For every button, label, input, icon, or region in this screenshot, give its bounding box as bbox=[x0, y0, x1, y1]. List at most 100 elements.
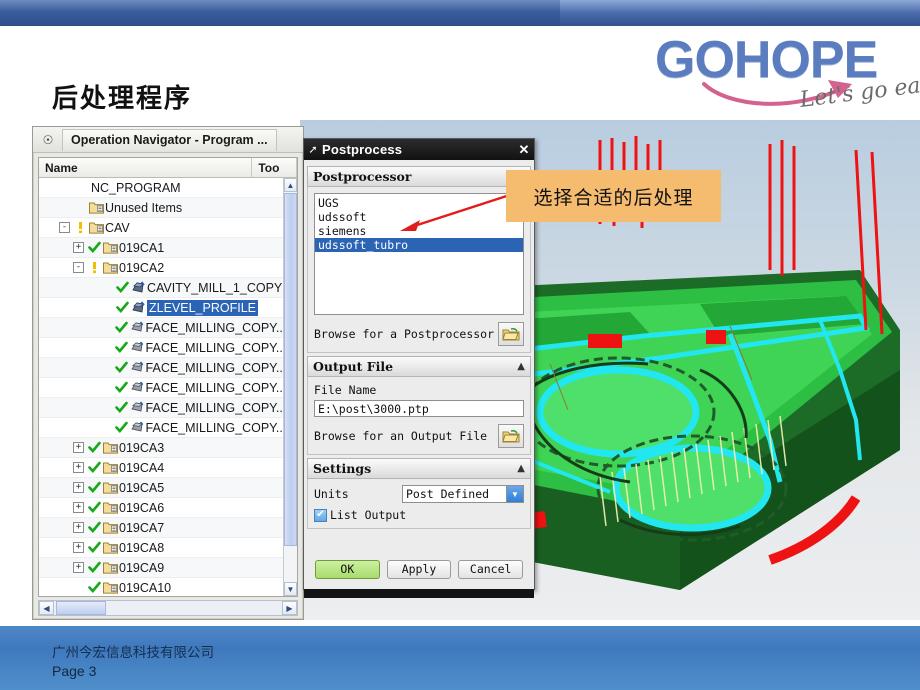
ok-button[interactable]: OK bbox=[315, 559, 380, 579]
zlevel-profile-icon bbox=[130, 301, 147, 314]
slide-root: GOHOPE Let's go easy! 后处理程序 ☉ Operation … bbox=[0, 0, 920, 690]
tree-row-019ca4[interactable]: +019CA4 bbox=[39, 458, 283, 478]
tree-row-019ca8[interactable]: +019CA8 bbox=[39, 538, 283, 558]
tree-row-cav[interactable]: - CAV bbox=[39, 218, 283, 238]
expand-icon[interactable]: + bbox=[73, 242, 84, 253]
dialog-titlebar[interactable]: ➚ Postprocess ✕ bbox=[304, 139, 534, 160]
tree-row-face-milling-copy[interactable]: FACE_MILLING_COPY... bbox=[39, 318, 283, 338]
chevron-up-icon-output[interactable]: ▲ bbox=[517, 361, 525, 372]
column-header-tool[interactable]: Too bbox=[252, 158, 297, 177]
apply-button[interactable]: Apply bbox=[386, 559, 452, 579]
program-folder-icon bbox=[102, 481, 119, 494]
horizontal-scroll-thumb[interactable] bbox=[56, 601, 106, 615]
expand-icon[interactable]: + bbox=[73, 522, 84, 533]
group-header-postprocessor[interactable]: Postprocessor ▲ bbox=[307, 166, 531, 187]
scroll-down-arrow-icon[interactable]: ▼ bbox=[284, 582, 297, 596]
tree-row-019ca9[interactable]: +019CA9 bbox=[39, 558, 283, 578]
scroll-right-arrow-icon[interactable]: ▶ bbox=[282, 601, 297, 615]
group-label-postprocessor: Postprocessor bbox=[313, 169, 412, 184]
expand-icon[interactable]: + bbox=[73, 482, 84, 493]
collapse-icon[interactable]: - bbox=[59, 222, 70, 233]
check-icon bbox=[114, 321, 129, 334]
units-value: Post Defined bbox=[406, 487, 490, 501]
tree-toggle-placeholder bbox=[59, 202, 70, 213]
face-milling-icon bbox=[129, 421, 146, 434]
close-icon[interactable]: ✕ bbox=[514, 142, 534, 158]
chevron-up-icon-settings[interactable]: ▲ bbox=[517, 463, 525, 474]
check-icon bbox=[114, 401, 129, 414]
postprocess-tool-icon: ➚ bbox=[308, 144, 318, 156]
tree-row-face-milling-copy[interactable]: FACE_MILLING_COPY... bbox=[39, 358, 283, 378]
scroll-up-arrow-icon[interactable]: ▲ bbox=[284, 178, 297, 192]
expand-icon[interactable]: + bbox=[73, 442, 84, 453]
expand-icon[interactable]: + bbox=[73, 562, 84, 573]
list-output-checkbox[interactable]: ✔ bbox=[314, 508, 327, 522]
footer-page-number: Page 3 bbox=[52, 663, 97, 679]
list-output-row[interactable]: ✔ List Output bbox=[314, 508, 524, 522]
face-milling-icon bbox=[129, 361, 146, 374]
column-header-name[interactable]: Name bbox=[39, 158, 253, 177]
tree-toggle-placeholder bbox=[101, 282, 112, 293]
group-header-settings[interactable]: Settings ▲ bbox=[307, 458, 531, 479]
check-icon bbox=[87, 461, 102, 474]
navigator-title-tab[interactable]: Operation Navigator - Program ... bbox=[62, 128, 277, 151]
browse-postprocessor-button[interactable] bbox=[498, 322, 524, 346]
tree-row-nc-program[interactable]: NC_PROGRAM bbox=[39, 178, 283, 198]
postprocessor-option[interactable]: udssoft_tubro bbox=[315, 238, 523, 252]
vertical-scroll-thumb[interactable] bbox=[284, 193, 297, 546]
tree-row-019ca5[interactable]: +019CA5 bbox=[39, 478, 283, 498]
tree-row-label: FACE_MILLING_COPY... bbox=[145, 420, 283, 435]
tree-column-headers: Name Too bbox=[39, 158, 297, 178]
check-icon bbox=[87, 581, 102, 594]
expand-icon[interactable]: + bbox=[73, 462, 84, 473]
tree-row-019ca10[interactable]: 019CA10 bbox=[39, 578, 283, 596]
tree-row-label: FACE_MILLING_COPY... bbox=[145, 400, 283, 415]
tree-row-019ca7[interactable]: +019CA7 bbox=[39, 518, 283, 538]
tree-row-face-milling-copy[interactable]: FACE_MILLING_COPY... bbox=[39, 398, 283, 418]
chevron-down-icon[interactable]: ▼ bbox=[506, 486, 523, 502]
gohope-logo: GOHOPE Let's go easy! bbox=[640, 26, 920, 112]
tree-row-019ca6[interactable]: +019CA6 bbox=[39, 498, 283, 518]
tree-row-label: FACE_MILLING_COPY... bbox=[145, 380, 283, 395]
file-name-input[interactable]: E:\post\3000.ptp bbox=[314, 400, 524, 417]
tree-row-cavity-mill-1-copy[interactable]: CAVITY_MILL_1_COPY bbox=[39, 278, 283, 298]
expand-icon[interactable]: + bbox=[73, 542, 84, 553]
browse-output-file-button[interactable] bbox=[498, 424, 524, 448]
tree-row-face-milling-copy[interactable]: FACE_MILLING_COPY... bbox=[39, 418, 283, 438]
check-icon bbox=[115, 281, 130, 294]
tree-row-019ca1[interactable]: +019CA1 bbox=[39, 238, 283, 258]
collapse-icon[interactable]: - bbox=[73, 262, 84, 273]
annotation-arrow-icon bbox=[400, 191, 517, 231]
tree-vertical-scrollbar[interactable]: ▲ ▼ bbox=[283, 178, 297, 596]
group-body-settings: Units Post Defined ▼ ✔ List Output bbox=[307, 479, 531, 529]
browse-postprocessor-row[interactable]: Browse for a Postprocessor bbox=[314, 322, 524, 346]
browse-output-file-row[interactable]: Browse for an Output File bbox=[314, 424, 524, 448]
tree-row-face-milling-copy[interactable]: FACE_MILLING_COPY... bbox=[39, 378, 283, 398]
list-output-label: List Output bbox=[330, 508, 407, 522]
tree-row-label: FACE_MILLING_COPY... bbox=[145, 320, 283, 335]
program-tree[interactable]: NC_PROGRAM Unused Items - CAV +019CA1 - 019CA2… bbox=[39, 178, 283, 596]
tree-row-019ca3[interactable]: +019CA3 bbox=[39, 438, 283, 458]
cavity-mill-icon bbox=[130, 281, 147, 294]
scroll-left-arrow-icon[interactable]: ◀ bbox=[39, 601, 54, 615]
cancel-button[interactable]: Cancel bbox=[458, 559, 524, 579]
group-header-output-file[interactable]: Output File ▲ bbox=[307, 356, 531, 377]
check-icon bbox=[87, 541, 102, 554]
tree-row-zlevel-profile[interactable]: ZLEVEL_PROFILE bbox=[39, 298, 283, 318]
tree-row-unused-items[interactable]: Unused Items bbox=[39, 198, 283, 218]
tree-row-019ca2[interactable]: - 019CA2 bbox=[39, 258, 283, 278]
expand-icon[interactable]: + bbox=[73, 502, 84, 513]
units-dropdown[interactable]: Post Defined ▼ bbox=[402, 485, 524, 503]
tree-row-face-milling-copy[interactable]: FACE_MILLING_COPY... bbox=[39, 338, 283, 358]
check-icon bbox=[87, 521, 102, 534]
tree-horizontal-scrollbar[interactable]: ◀ ▶ bbox=[38, 600, 298, 616]
file-name-label: File Name bbox=[314, 383, 377, 397]
warning-icon bbox=[87, 261, 102, 274]
